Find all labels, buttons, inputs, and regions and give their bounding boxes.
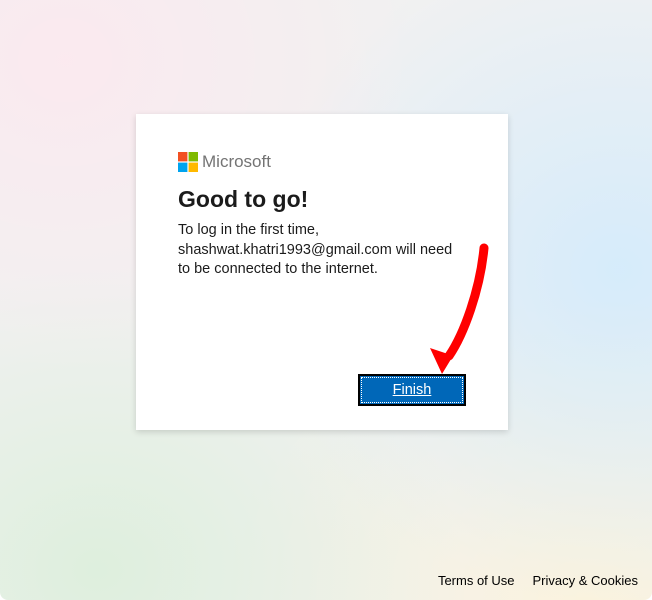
brand-name: Microsoft: [202, 152, 271, 172]
microsoft-brand: Microsoft: [178, 152, 466, 172]
dialog-title: Good to go!: [178, 186, 466, 213]
privacy-cookies-link[interactable]: Privacy & Cookies: [533, 573, 638, 588]
microsoft-logo-icon: [178, 152, 198, 172]
background: Microsoft Good to go! To log in the firs…: [0, 0, 652, 600]
dialog-card: Microsoft Good to go! To log in the firs…: [136, 114, 508, 430]
dialog-description: To log in the first time, shashwat.khatr…: [178, 221, 466, 280]
terms-of-use-link[interactable]: Terms of Use: [438, 573, 515, 588]
footer-links: Terms of Use Privacy & Cookies: [438, 573, 638, 588]
finish-button[interactable]: Finish: [358, 374, 466, 406]
finish-button-label: Finish: [393, 382, 432, 398]
